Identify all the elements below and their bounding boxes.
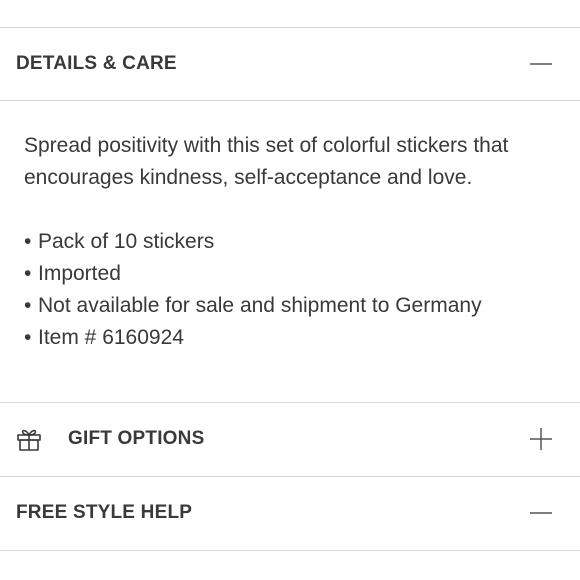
free-style-help-title: FREE STYLE HELP [16, 502, 193, 523]
expand-plus-icon[interactable] [528, 426, 554, 452]
details-care-title: DETAILS & CARE [16, 53, 177, 74]
list-item: • Not available for sale and shipment to … [24, 294, 482, 317]
list-item: • Item # 6160924 [24, 326, 184, 349]
product-description: Spread positivity with this set of color… [24, 134, 509, 189]
feature-text: Imported [38, 262, 121, 285]
feature-text: Not available for sale and shipment to G… [38, 294, 482, 317]
details-care-content: Spread positivity with this set of color… [24, 130, 564, 354]
free-style-help-header[interactable]: FREE STYLE HELP [0, 477, 580, 549]
divider-details [0, 100, 580, 101]
product-features-list: • Pack of 10 stickers • Imported • Not avai… [24, 226, 564, 354]
collapse-minus-icon[interactable] [528, 500, 554, 526]
feature-text: Item # 6160924 [38, 326, 184, 349]
feature-text: Pack of 10 stickers [38, 230, 215, 253]
details-care-header[interactable]: DETAILS & CARE [0, 28, 580, 100]
divider-bottom [0, 550, 580, 551]
gift-options-header[interactable]: GIFT OPTIONS [0, 403, 580, 475]
gift-icon [16, 426, 42, 452]
list-item: • Pack of 10 stickers [24, 230, 215, 253]
gift-options-title: GIFT OPTIONS [68, 428, 205, 449]
list-item: • Imported [24, 262, 121, 285]
collapse-minus-icon[interactable] [528, 51, 554, 77]
